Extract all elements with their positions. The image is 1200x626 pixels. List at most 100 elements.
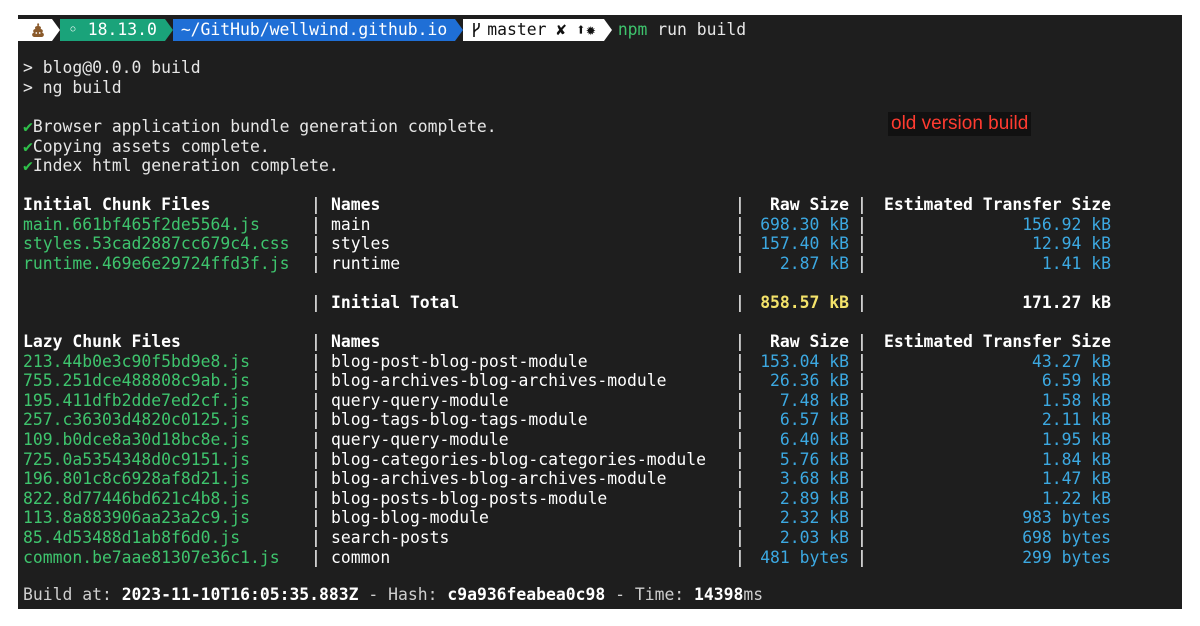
chunk-file: 725.0a5354348d0c9151.js	[23, 449, 250, 469]
chunk-name: query-query-module	[331, 390, 509, 410]
chunk-file: 109.b0dce8a30d18bc8e.js	[23, 430, 250, 449]
chunk-file: 257.c36303d4820c0125.js	[23, 410, 250, 430]
check-icon: ✔	[23, 156, 33, 175]
check-icon: ✔	[23, 117, 33, 136]
chunk-file: common.be7aae81307e36c1.js	[23, 547, 280, 567]
column-separator: |	[311, 390, 321, 410]
chunk-file: 196.801c8c6928af8d21.js	[23, 469, 250, 489]
git-branch: master ✘ ⬆✹	[487, 20, 596, 40]
column-separator: |	[311, 351, 321, 371]
total-raw-size: 858.57 kB	[760, 293, 849, 312]
column-separator: |	[311, 488, 321, 508]
column-separator: |	[857, 410, 867, 430]
transfer-size: 6.59 kB	[1041, 371, 1111, 391]
header-names: Names	[331, 332, 381, 351]
column-separator: |	[857, 488, 867, 508]
column-separator: |	[311, 253, 321, 273]
build-timestamp: 2023-11-10T16:05:35.883Z	[121, 585, 359, 604]
chunk-name: query-query-module	[331, 430, 509, 449]
node-version: ◦ 18.13.0	[68, 20, 157, 40]
column-separator: |	[857, 332, 867, 351]
chunk-name: search-posts	[331, 528, 450, 547]
column-separator: |	[311, 547, 321, 567]
raw-size: 3.68 kB	[779, 469, 849, 489]
column-separator: |	[857, 430, 867, 449]
chunk-name: blog-posts-blog-posts-module	[331, 488, 608, 508]
annotation-label: old version build	[888, 112, 1032, 136]
column-separator: |	[311, 332, 321, 351]
raw-size: 2.89 kB	[779, 488, 849, 508]
script-line-1: > blog@0.0.0 build	[23, 58, 201, 77]
column-separator: |	[311, 293, 321, 312]
column-separator: |	[735, 351, 745, 371]
column-separator: |	[857, 351, 867, 371]
status-message: ✔Index html generation complete.	[23, 156, 339, 175]
transfer-size: 1.47 kB	[1041, 469, 1111, 489]
column-separator: |	[857, 449, 867, 469]
chunk-name: blog-blog-module	[331, 508, 489, 528]
column-separator: |	[311, 214, 321, 234]
raw-size: 5.76 kB	[779, 449, 849, 469]
chunk-file: 85.4d53488d1ab8f6d0.js	[23, 528, 241, 547]
transfer-size: 698 bytes	[1022, 528, 1111, 547]
column-separator: |	[735, 547, 745, 567]
table-row: 113.8a883906aa23a2c9.js blog-blog-module 2…	[23, 508, 1173, 528]
column-separator: |	[857, 547, 867, 567]
command-bin: npm	[617, 20, 648, 40]
prompt-icon-segment	[18, 19, 60, 41]
table-row: runtime.469e6e29724ffd3f.js runtime 2.87 k…	[23, 254, 1173, 274]
transfer-size: 12.94 kB	[1032, 234, 1111, 254]
column-separator: |	[857, 234, 867, 254]
column-separator: |	[735, 390, 745, 410]
table-row: main.661bf465f2de5564.js main 698.30 kB 156…	[23, 215, 1173, 235]
command-args: run build	[647, 20, 747, 40]
raw-size: 2.03 kB	[779, 528, 849, 547]
raw-size: 6.57 kB	[779, 410, 849, 430]
column-separator: |	[735, 332, 745, 351]
raw-size: 157.40 kB	[760, 234, 849, 254]
status-message: ✔Copying assets complete.	[23, 137, 270, 156]
raw-size: 698.30 kB	[760, 214, 849, 234]
chunk-file: 755.251dce488808c9ab.js	[23, 371, 250, 391]
column-separator: |	[857, 390, 867, 410]
column-separator: |	[311, 528, 321, 547]
column-separator: |	[311, 508, 321, 528]
transfer-size: 1.95 kB	[1041, 430, 1111, 449]
header-files: Initial Chunk Files	[23, 195, 211, 214]
header-names: Names	[331, 195, 381, 214]
transfer-size: 1.84 kB	[1041, 449, 1111, 469]
column-separator: |	[311, 195, 321, 214]
git-segment: master ✘ ⬆✹	[463, 19, 612, 41]
chunk-name: blog-archives-blog-archives-module	[331, 371, 667, 391]
table-row: 85.4d53488d1ab8f6d0.js search-posts 2.03 k…	[23, 528, 1173, 548]
header-files: Lazy Chunk Files	[23, 332, 181, 351]
raw-size: 481 bytes	[760, 547, 849, 567]
chunk-name: blog-tags-blog-tags-module	[331, 410, 588, 430]
cwd-path: ~/GitHub/wellwind.github.io	[180, 20, 448, 40]
shell-prompt: ◦ 18.13.0 ~/GitHub/wellwind.github.io ma…	[18, 19, 746, 41]
pile-of-poo-icon	[32, 23, 44, 37]
chunk-name: styles	[331, 234, 391, 254]
build-footer: Build at: 2023-11-10T16:05:35.883Z - Has…	[23, 585, 764, 604]
check-icon: ✔	[23, 137, 33, 156]
table-header: Initial Chunk Files Names Raw Size Estimate…	[23, 195, 1173, 215]
total-transfer-size: 171.27 kB	[1022, 293, 1111, 312]
raw-size: 2.87 kB	[779, 253, 849, 273]
column-separator: |	[857, 469, 867, 489]
transfer-size: 299 bytes	[1022, 547, 1111, 567]
chunk-file: 113.8a883906aa23a2c9.js	[23, 508, 250, 528]
column-separator: |	[857, 195, 867, 214]
command-line[interactable]: npm run build	[618, 20, 746, 40]
column-separator: |	[857, 214, 867, 234]
table-row: common.be7aae81307e36c1.js common 481 byte…	[23, 548, 1173, 568]
column-separator: |	[857, 293, 867, 312]
column-separator: |	[735, 469, 745, 489]
raw-size: 2.32 kB	[779, 508, 849, 528]
table-row: 257.c36303d4820c0125.js blog-tags-blog-ta…	[23, 410, 1173, 430]
chunk-file: 822.8d77446bd621c4b8.js	[23, 488, 250, 508]
table-row: 109.b0dce8a30d18bc8e.js query-query-modul…	[23, 430, 1173, 450]
transfer-size: 43.27 kB	[1032, 351, 1111, 371]
column-separator: |	[311, 410, 321, 430]
chunk-file: runtime.469e6e29724ffd3f.js	[23, 253, 290, 273]
chunk-name: common	[331, 547, 391, 567]
